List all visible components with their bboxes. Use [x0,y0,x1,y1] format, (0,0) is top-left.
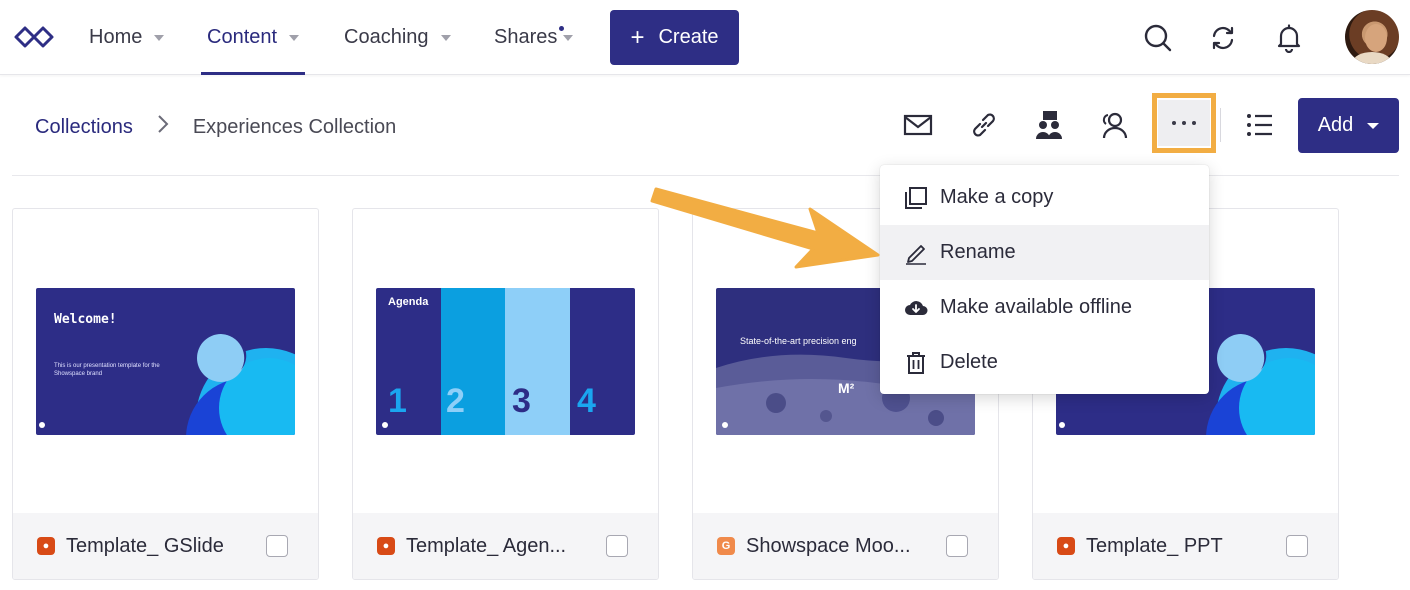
more-horizontal-icon [1158,100,1210,146]
more-options-menu: Make a copy Rename Make available offlin… [880,165,1209,394]
avatar-shirt [1353,52,1391,64]
users-icon [1102,112,1128,139]
select-checkbox[interactable] [266,535,288,557]
chevron-down-icon [154,34,165,41]
agenda-number: 3 [512,382,531,420]
toolbar-divider [1220,108,1221,142]
copy-link-button[interactable] [959,100,1009,150]
breadcrumb-current: Experiences Collection [192,115,397,138]
google-file-icon: G [717,537,735,555]
active-tab-indicator [201,72,306,75]
card-footer: ● Template_ GSlide [13,513,318,579]
card-title[interactable]: Template_ Agen... [406,535,566,558]
nav-content[interactable]: Content [201,0,306,75]
agenda-number: 4 [577,382,596,420]
agenda-number: 1 [388,382,407,420]
chevron-down-icon [440,34,451,41]
add-button-label: Add [1317,114,1354,136]
trash-icon [904,351,928,375]
presenter-icon [1036,111,1062,139]
nav-shares[interactable]: Shares [494,0,574,75]
menu-item-label: Rename [940,241,1016,263]
card-footer: ● Template_ Agen... [353,513,658,579]
slide-thumbnail: Welcome! This is our presentation templa… [36,288,295,435]
infinity-logo-icon[interactable] [12,22,58,52]
list-view-button[interactable] [1235,100,1285,150]
card-title[interactable]: Template_ PPT [1086,535,1223,558]
chevron-down-icon [563,34,574,41]
presentation-file-icon: ● [377,537,395,555]
more-options-button[interactable] [1152,93,1216,153]
nav-content-label: Content [207,26,278,48]
agenda-number: 2 [446,382,465,420]
chevron-right-icon [157,114,169,140]
select-checkbox[interactable] [946,535,968,557]
breadcrumb: Collections Experiences Collection [35,114,396,140]
bell-icon [1277,24,1301,53]
sync-icon [1212,26,1234,50]
menu-item-make-copy[interactable]: Make a copy [880,170,1209,225]
create-button-label: Create [658,26,719,48]
slide-graphic [39,333,295,435]
card-footer: G Showspace Moo... [693,513,998,579]
top-navigation-bar: Home Content Coaching Shares + Create [0,0,1410,75]
select-checkbox[interactable] [606,535,628,557]
search-icon [1144,24,1172,52]
nav-shares-label: Shares [494,26,558,48]
presentation-file-icon: ● [37,537,55,555]
card-footer: ● Template_ PPT [1033,513,1338,579]
user-avatar[interactable] [1345,10,1399,64]
menu-item-label: Make a copy [940,186,1054,208]
plus-icon: + [630,23,645,51]
menu-item-offline[interactable]: Make available offline [880,280,1209,335]
breadcrumb-collections-link[interactable]: Collections [35,116,133,139]
pencil-icon [904,241,928,265]
menu-item-label: Delete [940,351,998,373]
select-checkbox[interactable] [1286,535,1308,557]
slide-logo [722,422,728,428]
card-title[interactable]: Template_ GSlide [66,535,224,558]
nav-coaching[interactable]: Coaching [344,0,451,75]
presentation-file-icon: ● [1057,537,1075,555]
cloud-download-icon [904,296,928,320]
slide-title: Agenda [388,296,429,308]
slide-mark: M² [838,380,855,396]
nav-home-label: Home [89,26,143,48]
chevron-down-icon [289,34,300,41]
copy-icon [904,186,928,210]
nav-coaching-label: Coaching [344,26,429,48]
list-icon [1247,114,1272,136]
email-button[interactable] [893,100,943,150]
notifications-button[interactable] [1267,16,1311,60]
sync-button[interactable] [1201,16,1245,60]
content-card[interactable]: Welcome! This is our presentation templa… [12,208,319,580]
presenter-button[interactable] [1024,100,1074,150]
chevron-down-icon [1367,122,1380,129]
menu-item-label: Make available offline [940,296,1132,318]
create-button[interactable]: + Create [610,10,739,65]
link-icon [973,113,995,137]
notification-dot [559,26,564,31]
search-button[interactable] [1136,16,1180,60]
slide-logo [382,422,388,428]
slide-thumbnail: Agenda 1 2 3 4 [376,288,635,435]
mail-icon [903,114,933,136]
menu-item-rename[interactable]: Rename [880,225,1209,280]
slide-title: State-of-the-art precision eng [740,336,857,346]
nav-home[interactable]: Home [89,0,165,75]
avatar-face [1365,24,1387,52]
card-title[interactable]: Showspace Moo... [746,535,911,558]
share-users-button[interactable] [1090,100,1140,150]
menu-item-delete[interactable]: Delete [880,335,1209,390]
add-button[interactable]: Add [1298,98,1399,153]
content-card[interactable]: Agenda 1 2 3 4 ● Template_ Agen... [352,208,659,580]
